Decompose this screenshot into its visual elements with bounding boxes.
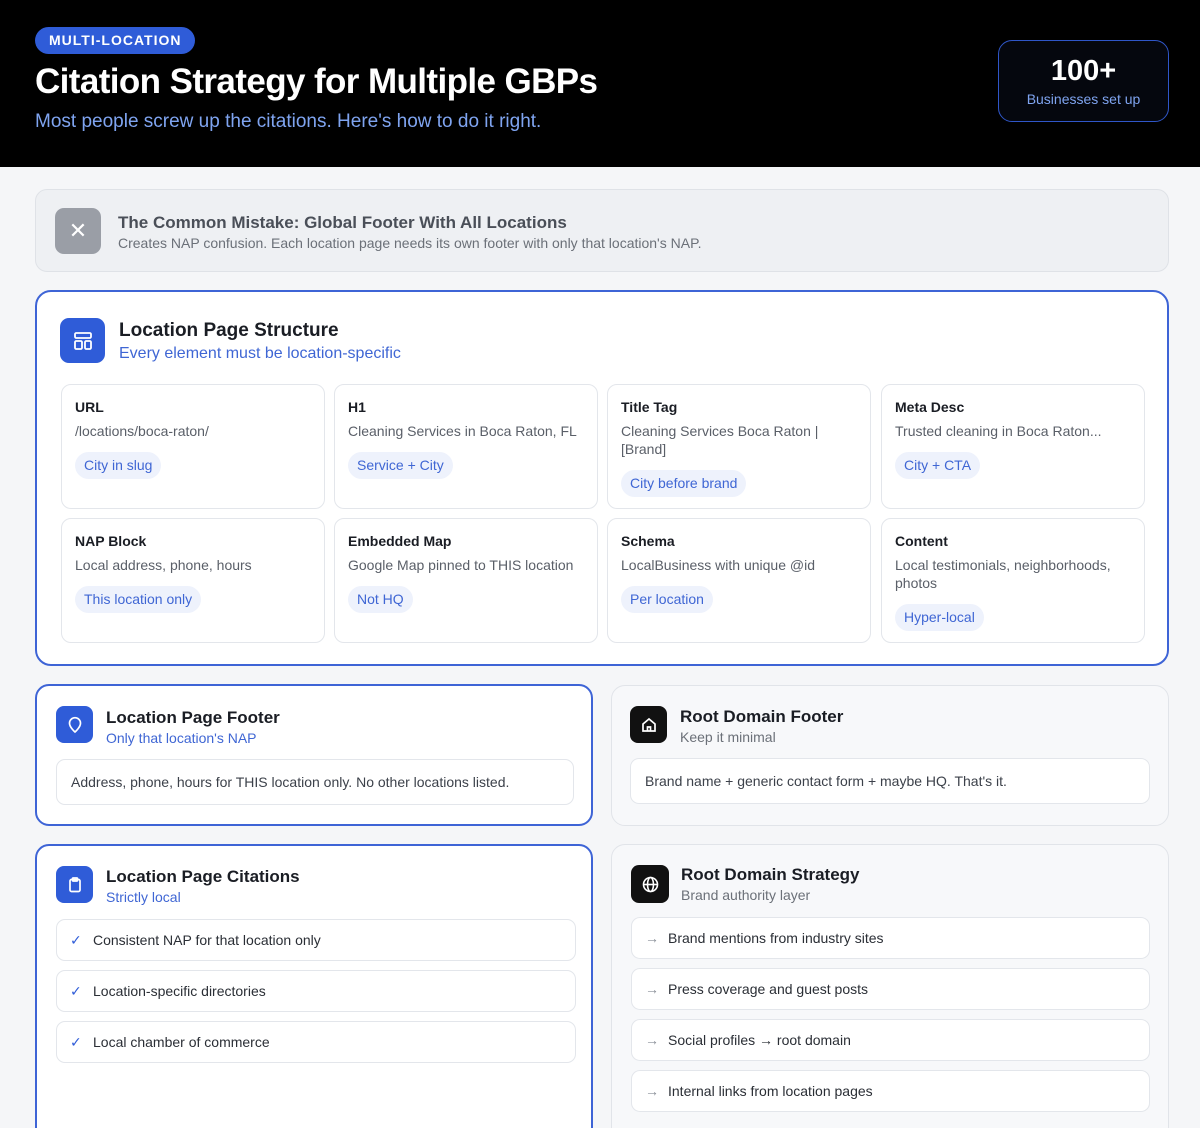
item-label: Content [895, 533, 948, 549]
item-value: Local address, phone, hours [75, 557, 252, 573]
item-label: Embedded Map [348, 533, 452, 549]
structure-item-title-tag: Title Tag Cleaning Services Boca Raton |… [607, 384, 871, 509]
root-strategy-subtitle: Brand authority layer [681, 887, 811, 903]
item-value: Local testimonials, neighborhoods, photo… [895, 557, 1111, 591]
list-item-text: Internal links from location pages [668, 1083, 873, 1099]
structure-item-h1: H1 Cleaning Services in Boca Raton, FL S… [334, 384, 598, 509]
location-footer-subtitle: Only that location's NAP [106, 730, 257, 746]
page-subtitle: Most people screw up the citations. Here… [35, 111, 542, 132]
item-tag: Service + City [348, 452, 453, 479]
stat-label: Businesses set up [1026, 91, 1141, 107]
check-icon: ✓ [70, 932, 82, 948]
item-value: Google Map pinned to THIS location [348, 557, 574, 573]
root-strategy-card: Root Domain Strategy Brand authority lay… [611, 844, 1169, 1128]
item-label: Meta Desc [895, 399, 965, 415]
list-item-text: Brand mentions from industry sites [668, 930, 884, 946]
layout-icon [60, 318, 105, 363]
arrow-right-icon: → [645, 981, 659, 997]
item-value: Trusted cleaning in Boca Raton... [895, 423, 1102, 439]
item-tag: City before brand [621, 470, 747, 497]
root-footer-card: Root Domain Footer Keep it minimal Brand… [611, 685, 1169, 826]
list-item: → Brand mentions from industry sites [631, 917, 1150, 959]
item-value: /locations/boca-raton/ [75, 423, 209, 439]
clipboard-icon [56, 866, 93, 903]
home-icon [630, 706, 667, 743]
root-footer-text: Brand name + generic contact form + mayb… [630, 758, 1150, 804]
item-tag: City in slug [75, 452, 162, 479]
check-icon: ✓ [70, 983, 82, 999]
item-label: URL [75, 399, 104, 415]
list-item-text: Social profiles → root domain [668, 1032, 851, 1048]
stat-value: 100+ [1050, 55, 1117, 87]
item-value: Cleaning Services Boca Raton | [Brand] [621, 423, 819, 457]
item-tag: Hyper-local [895, 604, 984, 631]
root-footer-subtitle: Keep it minimal [680, 729, 776, 745]
page-title: Citation Strategy for Multiple GBPs [35, 62, 598, 101]
list-item: → Press coverage and guest posts [631, 968, 1150, 1010]
structure-title: Location Page Structure [119, 320, 339, 341]
location-footer-title: Location Page Footer [106, 708, 280, 727]
structure-item-meta-desc: Meta Desc Trusted cleaning in Boca Raton… [881, 384, 1145, 509]
item-label: NAP Block [75, 533, 147, 549]
list-item: → Social profiles → root domain [631, 1019, 1150, 1061]
list-item-text: Local chamber of commerce [93, 1034, 270, 1050]
item-tag: Per location [621, 586, 713, 613]
root-strategy-title: Root Domain Strategy [681, 865, 860, 884]
list-item: ✓ Local chamber of commerce [56, 1021, 576, 1063]
structure-item-schema: Schema LocalBusiness with unique @id Per… [607, 518, 871, 643]
header: MULTI-LOCATION Citation Strategy for Mul… [0, 0, 1200, 167]
map-pin-icon [56, 706, 93, 743]
item-label: Title Tag [621, 399, 678, 415]
stat-box: 100+ Businesses set up [998, 40, 1169, 122]
location-page-structure: Location Page Structure Every element mu… [35, 290, 1169, 666]
arrow-right-icon: → [645, 1083, 659, 1099]
item-tag: This location only [75, 586, 202, 613]
mistake-description: Creates NAP confusion. Each location pag… [118, 235, 702, 251]
location-citations-subtitle: Strictly local [106, 889, 181, 905]
list-item: ✓ Location-specific directories [56, 970, 576, 1012]
location-footer-text: Address, phone, hours for THIS location … [56, 759, 574, 805]
structure-item-url: URL /locations/boca-raton/ City in slug [61, 384, 325, 509]
location-citations-title: Location Page Citations [106, 867, 300, 886]
item-value: LocalBusiness with unique @id [621, 557, 815, 573]
common-mistake-banner: ✕ The Common Mistake: Global Footer With… [35, 189, 1169, 272]
list-item: → Internal links from location pages [631, 1070, 1150, 1112]
location-citations-card: Location Page Citations Strictly local ✓… [35, 844, 593, 1128]
item-label: H1 [348, 399, 366, 415]
arrow-right-icon: → [645, 1032, 659, 1048]
mistake-title: The Common Mistake: Global Footer With A… [118, 213, 567, 232]
list-item-text: Location-specific directories [93, 983, 266, 999]
structure-item-embedded-map: Embedded Map Google Map pinned to THIS l… [334, 518, 598, 643]
list-item-text: Consistent NAP for that location only [93, 932, 321, 948]
location-footer-card: Location Page Footer Only that location'… [35, 684, 593, 826]
item-tag: Not HQ [348, 586, 413, 613]
list-item-text: Press coverage and guest posts [668, 981, 869, 997]
structure-item-content: Content Local testimonials, neighborhood… [881, 518, 1145, 643]
root-footer-title: Root Domain Footer [680, 707, 844, 726]
arrow-right-icon: → [645, 930, 659, 946]
globe-icon [631, 865, 669, 903]
structure-item-nap-block: NAP Block Local address, phone, hours Th… [61, 518, 325, 643]
structure-subtitle: Every element must be location-specific [119, 345, 401, 362]
item-value: Cleaning Services in Boca Raton, FL [348, 423, 577, 439]
item-label: Schema [621, 533, 675, 549]
list-item: ✓ Consistent NAP for that location only [56, 919, 576, 961]
item-tag: City + CTA [895, 452, 981, 479]
close-icon: ✕ [55, 208, 101, 254]
category-badge: MULTI-LOCATION [35, 27, 196, 54]
check-icon: ✓ [70, 1034, 82, 1050]
